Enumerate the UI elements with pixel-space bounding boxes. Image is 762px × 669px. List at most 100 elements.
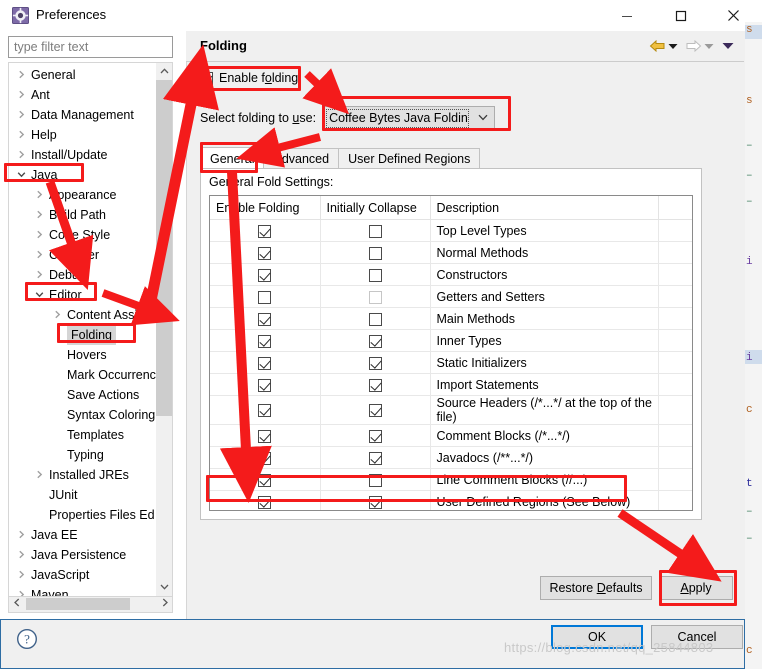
sidebar-item-general[interactable]: General bbox=[9, 65, 159, 85]
sidebar-item-appearance[interactable]: Appearance bbox=[9, 185, 159, 205]
chevron-right-icon[interactable] bbox=[15, 545, 27, 565]
initially-collapse-cell[interactable] bbox=[320, 219, 431, 242]
initially-collapse-cell[interactable] bbox=[320, 446, 431, 469]
table-row[interactable]: Inner Types bbox=[210, 329, 692, 352]
enable-folding-checkbox[interactable] bbox=[258, 404, 272, 418]
enable-folding-cell[interactable] bbox=[210, 446, 321, 469]
sidebar-item-help[interactable]: Help bbox=[9, 125, 159, 145]
chevron-right-icon[interactable] bbox=[15, 125, 27, 145]
initially-collapse-cell[interactable] bbox=[320, 241, 431, 264]
sidebar-item-build-path[interactable]: Build Path bbox=[9, 205, 159, 225]
initially-collapse-checkbox[interactable] bbox=[368, 378, 382, 392]
maximize-button[interactable] bbox=[658, 0, 704, 31]
enable-folding-cell[interactable] bbox=[210, 219, 321, 242]
table-row[interactable]: Comment Blocks (/*...*/) bbox=[210, 424, 692, 447]
sidebar-item-typing[interactable]: Typing bbox=[9, 445, 159, 465]
table-column-header[interactable]: Enable Folding bbox=[210, 196, 321, 220]
fold-settings-table-wrapper[interactable]: Enable Folding Initially Collapse Descript… bbox=[209, 195, 693, 511]
initially-collapse-checkbox[interactable] bbox=[368, 451, 382, 465]
chevron-right-icon[interactable] bbox=[33, 205, 45, 225]
sidebar-item-compiler[interactable]: Compiler bbox=[9, 245, 159, 265]
chevron-up-icon[interactable] bbox=[156, 63, 172, 80]
initially-collapse-checkbox[interactable] bbox=[368, 356, 382, 370]
chevron-right-icon[interactable] bbox=[51, 305, 63, 325]
close-button[interactable] bbox=[710, 0, 756, 31]
back-dropdown-caret-icon[interactable] bbox=[668, 43, 678, 50]
chevron-right-icon[interactable] bbox=[157, 597, 172, 611]
table-row[interactable]: Static Initializers bbox=[210, 351, 692, 374]
filter-input[interactable]: type filter text bbox=[8, 36, 173, 58]
enable-folding-checkbox[interactable] bbox=[258, 246, 272, 260]
enable-folding-checkbox[interactable] bbox=[258, 312, 272, 326]
table-row[interactable]: Normal Methods bbox=[210, 241, 692, 264]
initially-collapse-cell[interactable] bbox=[320, 395, 431, 425]
sidebar-item-maven[interactable]: Maven bbox=[9, 585, 159, 596]
restore-defaults-button[interactable]: Restore Defaults bbox=[540, 576, 652, 600]
chevron-right-icon[interactable] bbox=[33, 185, 45, 205]
minimize-button[interactable] bbox=[604, 0, 650, 31]
sidebar-item-mark-occurrences[interactable]: Mark Occurrences bbox=[9, 365, 169, 385]
chevron-down-icon[interactable] bbox=[156, 579, 172, 596]
initially-collapse-checkbox[interactable] bbox=[368, 268, 382, 282]
enable-folding-checkbox[interactable] bbox=[258, 356, 272, 370]
sidebar-item-code-style[interactable]: Code Style bbox=[9, 225, 159, 245]
sidebar-item-javascript[interactable]: JavaScript bbox=[9, 565, 159, 585]
more-dropdown-caret-icon[interactable] bbox=[722, 42, 734, 50]
initially-collapse-cell[interactable] bbox=[320, 263, 431, 286]
enable-folding-cell[interactable] bbox=[210, 329, 321, 352]
table-row[interactable]: Top Level Types bbox=[210, 219, 692, 242]
table-column-header[interactable]: Description bbox=[430, 196, 659, 220]
chevron-left-icon[interactable] bbox=[9, 597, 24, 611]
scrollbar-thumb[interactable] bbox=[26, 598, 130, 610]
initially-collapse-checkbox[interactable] bbox=[368, 429, 382, 443]
sidebar-item-installed-jres[interactable]: Installed JREs bbox=[9, 465, 159, 485]
enable-folding-cell[interactable] bbox=[210, 351, 321, 374]
sidebar-item-java-persistence[interactable]: Java Persistence bbox=[9, 545, 159, 565]
tab-advanced[interactable]: Advanced bbox=[263, 148, 340, 169]
sidebar-item-save-actions[interactable]: Save Actions bbox=[9, 385, 159, 405]
table-column-header[interactable]: Initially Collapse bbox=[320, 196, 431, 220]
table-row[interactable]: Constructors bbox=[210, 263, 692, 286]
enable-folding-cell[interactable] bbox=[210, 307, 321, 330]
sidebar-item-install-update[interactable]: Install/Update bbox=[9, 145, 159, 165]
table-row[interactable]: Main Methods bbox=[210, 307, 692, 330]
sidebar-item-data-management[interactable]: Data Management bbox=[9, 105, 159, 125]
sidebar-item-content-assist[interactable]: Content Assist bbox=[9, 305, 159, 325]
table-column-header[interactable] bbox=[658, 196, 692, 220]
settings-tabstrip[interactable]: General Advanced User Defined Regions bbox=[200, 147, 702, 169]
sidebar-item-ant[interactable]: Ant bbox=[9, 85, 159, 105]
enable-folding-checkbox[interactable] bbox=[258, 268, 272, 282]
enable-folding-checkbox[interactable] bbox=[258, 224, 272, 238]
tree-vertical-scrollbar[interactable] bbox=[156, 63, 172, 596]
chevron-right-icon[interactable] bbox=[15, 145, 27, 165]
back-arrow-icon[interactable] bbox=[649, 39, 666, 53]
sidebar-item-templates[interactable]: Templates bbox=[9, 425, 159, 445]
sidebar-item-syntax-coloring[interactable]: Syntax Coloring bbox=[9, 405, 159, 425]
chevron-right-icon[interactable] bbox=[33, 245, 45, 265]
tab-user-defined-regions[interactable]: User Defined Regions bbox=[338, 148, 481, 169]
initially-collapse-checkbox[interactable] bbox=[368, 334, 382, 348]
scrollbar-thumb[interactable] bbox=[156, 80, 172, 416]
initially-collapse-cell[interactable] bbox=[320, 351, 431, 374]
sidebar-item-junit[interactable]: JUnit bbox=[9, 485, 159, 505]
table-row[interactable]: Getters and Setters bbox=[210, 285, 692, 308]
sidebar-item-properties-files-ed[interactable]: Properties Files Ed bbox=[9, 505, 159, 525]
initially-collapse-checkbox[interactable] bbox=[368, 246, 382, 260]
enable-folding-checkbox[interactable] bbox=[258, 334, 272, 348]
sidebar-item-java-ee[interactable]: Java EE bbox=[9, 525, 159, 545]
chevron-right-icon[interactable] bbox=[15, 525, 27, 545]
tree-horizontal-scrollbar[interactable] bbox=[8, 597, 173, 613]
chevron-right-icon[interactable] bbox=[15, 585, 27, 596]
initially-collapse-cell[interactable] bbox=[320, 307, 431, 330]
enable-folding-cell[interactable] bbox=[210, 241, 321, 264]
initially-collapse-checkbox[interactable] bbox=[368, 312, 382, 326]
initially-collapse-checkbox[interactable] bbox=[368, 290, 382, 304]
chevron-right-icon[interactable] bbox=[33, 225, 45, 245]
initially-collapse-cell[interactable] bbox=[320, 424, 431, 447]
chevron-right-icon[interactable] bbox=[15, 105, 27, 125]
initially-collapse-cell[interactable] bbox=[320, 373, 431, 396]
initially-collapse-checkbox[interactable] bbox=[368, 224, 382, 238]
enable-folding-cell[interactable] bbox=[210, 395, 321, 425]
initially-collapse-cell[interactable] bbox=[320, 285, 431, 308]
initially-collapse-cell[interactable] bbox=[320, 329, 431, 352]
